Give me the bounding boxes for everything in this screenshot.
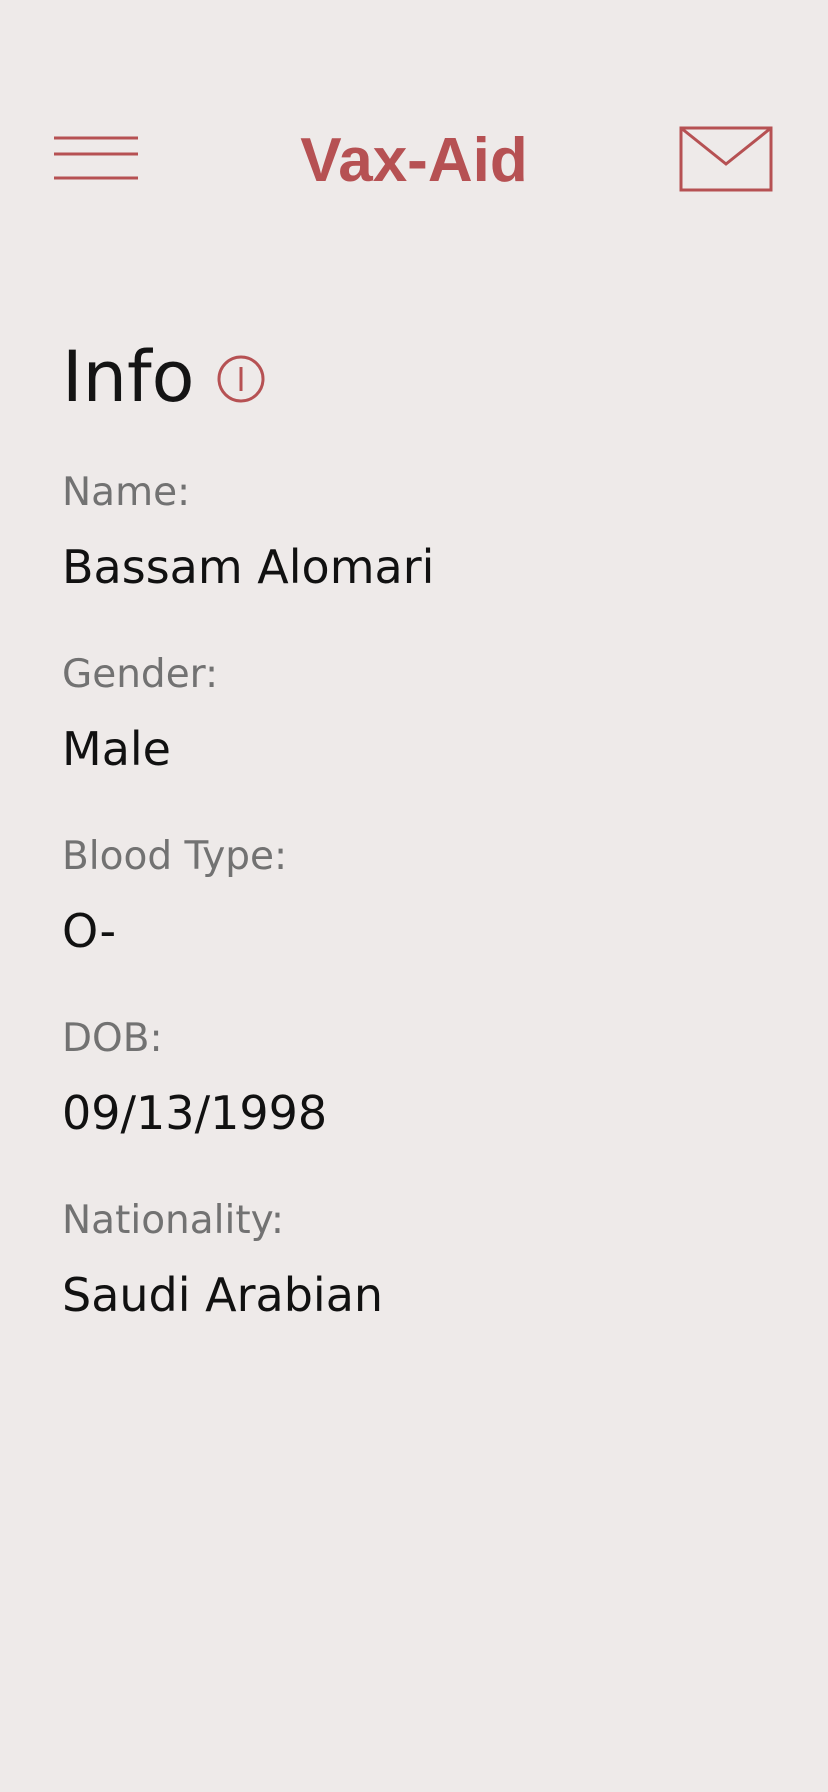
blood-type-value: O- (62, 904, 117, 958)
nationality-value: Saudi Arabian (62, 1268, 384, 1322)
dob-label: DOB: (62, 1016, 163, 1061)
dob-value: 09/13/1998 (62, 1086, 328, 1140)
info-icon[interactable] (216, 354, 266, 404)
name-label: Name: (62, 470, 191, 515)
blood-type-label: Blood Type: (62, 834, 288, 879)
gender-label: Gender: (62, 652, 219, 697)
gender-value: Male (62, 722, 171, 776)
app-header: Vax-Aid (0, 0, 828, 240)
info-section-title: Info (62, 335, 266, 419)
envelope-icon[interactable] (679, 126, 773, 192)
name-value: Bassam Alomari (62, 540, 435, 594)
page-title: Info (62, 336, 195, 418)
nationality-label: Nationality: (62, 1198, 285, 1243)
